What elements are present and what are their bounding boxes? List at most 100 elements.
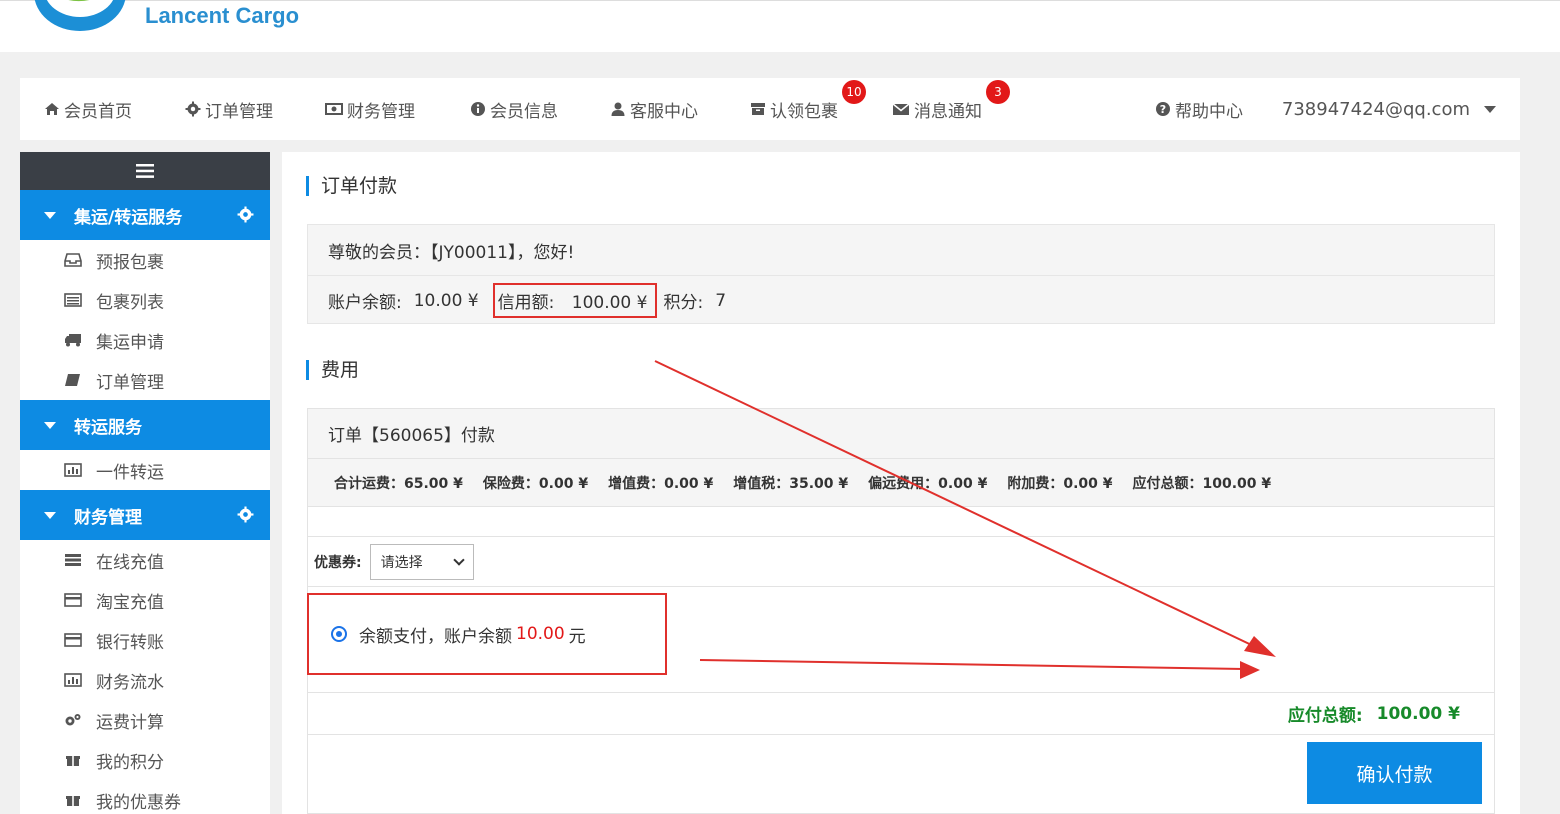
caret-down-icon xyxy=(44,421,56,429)
message-badge: 3 xyxy=(986,80,1010,104)
nav-label: 会员信息 xyxy=(490,101,558,122)
nav-finance[interactable]: 财务管理 xyxy=(325,78,415,140)
server-icon xyxy=(65,554,81,566)
menu-icon xyxy=(136,164,154,178)
claim-badge: 10 xyxy=(842,80,866,104)
total-value: 100.00 ¥ xyxy=(1376,703,1460,724)
nav-messages[interactable]: 消息通知 3 xyxy=(892,78,1010,140)
sidebar-item-my-coupons[interactable]: 我的优惠券 xyxy=(20,780,270,814)
total-label: 应付总额: xyxy=(1287,706,1363,726)
archive-icon xyxy=(751,103,765,115)
sidebar-item-one-click-forward[interactable]: 一件转运 xyxy=(20,450,270,490)
credit-highlight: 信用额: 100.00 ¥ xyxy=(492,283,658,318)
balance-label: 账户余额: xyxy=(328,293,402,313)
pay-text: 余额支付，账户余额 xyxy=(359,626,512,647)
gear-icon[interactable] xyxy=(237,206,254,223)
points-value: 7 xyxy=(715,290,727,311)
sidebar-group-finance[interactable]: 财务管理 xyxy=(20,490,270,540)
payment-row: 余额支付，账户余额 10.00 元 xyxy=(307,587,1494,693)
balance-pay-radio[interactable] xyxy=(331,626,347,642)
fee-title: 费用 xyxy=(306,360,359,380)
sidebar-label: 运费计算 xyxy=(96,712,164,733)
truck-icon xyxy=(65,334,81,347)
coupon-select[interactable]: 请选择 xyxy=(369,543,474,580)
user-menu[interactable]: 738947424@qq.com xyxy=(1282,78,1496,140)
member-info-box: 尊敬的会员：【JY00011】，您好! 账户余额: 10.00 ¥ 信用额: 1… xyxy=(307,224,1495,324)
coupon-row: 优惠券: 请选择 xyxy=(308,537,1494,587)
sidebar-item-finance-flow[interactable]: 财务流水 xyxy=(20,660,270,700)
nav-help[interactable]: ? 帮助中心 xyxy=(1155,78,1243,140)
caret-down-icon xyxy=(44,211,56,219)
sidebar-item-order-manage[interactable]: 订单管理 xyxy=(20,360,270,400)
sidebar-item-my-points[interactable]: 我的积分 xyxy=(20,740,270,780)
nav-claim-parcel[interactable]: 认领包裹 10 xyxy=(750,78,866,140)
nav-home[interactable]: 会员首页 xyxy=(44,78,132,140)
sidebar-item-freight-calc[interactable]: 运费计算 xyxy=(20,700,270,740)
caret-down-icon xyxy=(44,511,56,519)
main-content: 订单付款 尊敬的会员：【JY00011】，您好! 账户余额: 10.00 ¥ 信… xyxy=(282,152,1520,814)
gear-icon[interactable] xyxy=(237,506,254,523)
sidebar-toggle[interactable] xyxy=(20,152,270,190)
money-icon xyxy=(325,103,343,115)
group-title: 集运/转运服务 xyxy=(74,207,183,228)
fee-item: 偏远费用：0.00 ¥ xyxy=(868,475,988,492)
sidebar-item-forecast[interactable]: 预报包裹 xyxy=(20,240,270,280)
fee-breakdown: 合计运费：65.00 ¥ 保险费：0.00 ¥ 增值费：0.00 ¥ 增值税：3… xyxy=(308,459,1494,507)
nav-label: 消息通知 xyxy=(914,101,982,122)
user-icon xyxy=(611,102,625,116)
spacer-row xyxy=(308,507,1494,537)
inbox-icon xyxy=(64,253,82,267)
main-nav: 会员首页 订单管理 财务管理 会员信息 客服中心 认领包裹 10 消息通知 3 … xyxy=(20,78,1520,140)
sidebar-item-parcel-list[interactable]: 包裹列表 xyxy=(20,280,270,320)
sidebar-label: 财务流水 xyxy=(96,672,164,693)
sidebar-label: 预报包裹 xyxy=(96,252,164,273)
fee-item: 附加费：0.00 ¥ xyxy=(1007,475,1113,492)
coupon-label: 优惠券: xyxy=(314,554,362,571)
sidebar-item-bank-transfer[interactable]: 银行转账 xyxy=(20,620,270,660)
sidebar-label: 银行转账 xyxy=(96,632,164,653)
sidebar-item-consolidation-apply[interactable]: 集运申请 xyxy=(20,320,270,360)
greeting-text: 尊敬的会员：【JY00011】，您好! xyxy=(328,242,575,263)
balance-pay-option[interactable]: 余额支付，账户余额 10.00 元 xyxy=(307,593,667,675)
bar-chart-icon xyxy=(64,673,82,687)
nav-orders[interactable]: 订单管理 xyxy=(185,78,273,140)
sidebar: 集运/转运服务 预报包裹 包裹列表 集运申请 订单管理 转运服务 一件转运 财务… xyxy=(20,152,270,814)
chevron-down-icon xyxy=(452,553,465,566)
group-title: 财务管理 xyxy=(74,507,142,528)
fee-item: 增值费：0.00 ¥ xyxy=(608,475,714,492)
order-head: 订单【560065】付款 xyxy=(308,409,1494,459)
top-header: Lancent Cargo xyxy=(0,0,1560,52)
sidebar-item-taobao-recharge[interactable]: 淘宝充值 xyxy=(20,580,270,620)
sidebar-label: 我的优惠券 xyxy=(96,792,181,813)
sidebar-group-consolidation[interactable]: 集运/转运服务 xyxy=(20,190,270,240)
nav-member-info[interactable]: 会员信息 xyxy=(470,78,558,140)
user-email: 738947424@qq.com xyxy=(1281,98,1470,120)
credit-label: 信用额: xyxy=(497,293,555,313)
envelope-icon xyxy=(892,103,910,115)
fee-item: 应付总额：100.00 ¥ xyxy=(1132,475,1272,492)
list-icon xyxy=(64,293,82,307)
coupon-selected: 请选择 xyxy=(380,554,423,571)
sidebar-item-online-recharge[interactable]: 在线充值 xyxy=(20,540,270,580)
credit-card-icon xyxy=(64,593,82,607)
confirm-payment-button[interactable]: 确认付款 xyxy=(1307,742,1482,804)
credit-value: 100.00 ¥ xyxy=(571,293,648,313)
balance-value: 10.00 ¥ xyxy=(413,290,479,311)
fee-item: 保险费：0.00 ¥ xyxy=(482,475,589,492)
greeting-row: 尊敬的会员：【JY00011】，您好! xyxy=(308,225,1494,275)
sidebar-label: 订单管理 xyxy=(96,372,164,393)
nav-service[interactable]: 客服中心 xyxy=(610,78,698,140)
sidebar-label: 集运申请 xyxy=(96,332,164,353)
nav-label: 订单管理 xyxy=(205,101,273,122)
account-row: 账户余额: 10.00 ¥ 信用额: 100.00 ¥ 积分: 7 xyxy=(308,275,1494,325)
question-icon: ? xyxy=(1156,102,1170,116)
sidebar-label: 淘宝充值 xyxy=(96,592,164,613)
sidebar-group-forwarding[interactable]: 转运服务 xyxy=(20,400,270,450)
sidebar-label: 一件转运 xyxy=(96,462,164,483)
gift-icon xyxy=(66,756,80,766)
sidebar-label: 包裹列表 xyxy=(96,292,164,313)
logo-text: Lancent Cargo xyxy=(145,3,300,28)
group-title: 转运服务 xyxy=(74,417,142,438)
caret-down-icon xyxy=(1484,105,1496,113)
fee-panel: 订单【560065】付款 合计运费：65.00 ¥ 保险费：0.00 ¥ 增值费… xyxy=(307,408,1495,814)
